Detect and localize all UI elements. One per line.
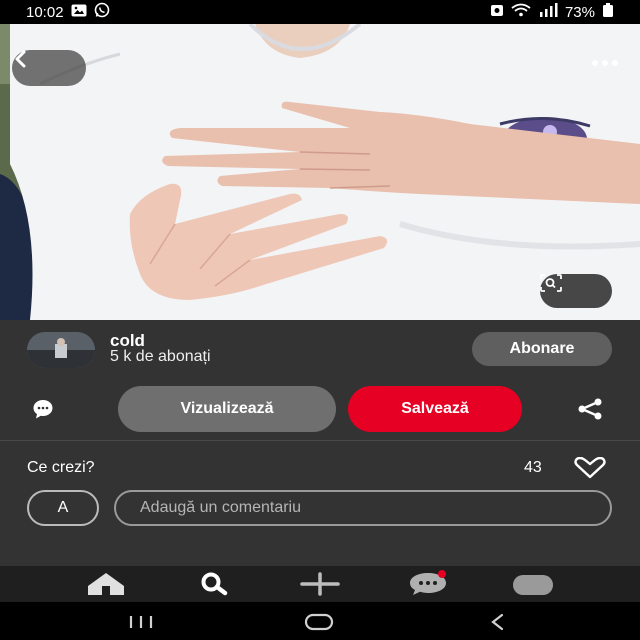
back-icon[interactable] bbox=[488, 613, 508, 636]
comment-icon[interactable] bbox=[32, 398, 54, 425]
comments-prompt: Ce crezi? bbox=[27, 459, 95, 476]
creator-row: cold 5 k de abonați Abonare bbox=[0, 320, 640, 380]
comment-input[interactable] bbox=[114, 490, 612, 526]
more-dots-icon bbox=[592, 60, 598, 66]
battery-icon bbox=[602, 3, 614, 21]
notification-dot bbox=[438, 570, 446, 578]
pin-details-panel: cold 5 k de abonați Abonare Vizualizează… bbox=[0, 320, 640, 566]
profile-icon[interactable] bbox=[513, 575, 553, 595]
whatsapp-icon bbox=[94, 2, 110, 22]
share-icon[interactable] bbox=[574, 398, 606, 425]
status-bar: 10:02 73% bbox=[0, 0, 640, 24]
signal-icon bbox=[538, 3, 558, 21]
creator-followers: 5 k de abonați bbox=[110, 348, 211, 365]
create-icon[interactable] bbox=[300, 572, 340, 601]
home-icon[interactable] bbox=[86, 572, 126, 601]
user-avatar[interactable]: A bbox=[27, 490, 99, 526]
heart-icon[interactable] bbox=[572, 456, 608, 484]
battery-percent: 73% bbox=[564, 3, 595, 21]
save-button[interactable]: Salvează bbox=[348, 386, 522, 432]
pin-image[interactable] bbox=[0, 24, 640, 320]
alarm-icon bbox=[490, 3, 504, 21]
follow-button[interactable]: Abonare bbox=[472, 332, 612, 366]
status-time: 10:02 bbox=[26, 3, 64, 21]
visual-search-button[interactable] bbox=[540, 274, 612, 308]
home-button-icon[interactable] bbox=[304, 613, 334, 636]
like-count: 43 bbox=[524, 459, 542, 476]
divider bbox=[0, 440, 640, 441]
creator-avatar[interactable] bbox=[27, 332, 95, 368]
action-row: Vizualizează Salvează bbox=[0, 386, 640, 432]
back-button[interactable] bbox=[12, 50, 86, 86]
more-dots-icon bbox=[602, 60, 608, 66]
view-button[interactable]: Vizualizează bbox=[118, 386, 336, 432]
gallery-icon bbox=[71, 4, 87, 21]
more-dots-icon bbox=[612, 60, 618, 66]
more-options-button[interactable] bbox=[592, 60, 618, 66]
status-right: 73% bbox=[490, 3, 614, 21]
status-left: 10:02 bbox=[26, 2, 110, 22]
recents-icon[interactable] bbox=[128, 614, 154, 635]
wifi-icon bbox=[511, 3, 531, 21]
system-nav bbox=[0, 602, 640, 640]
search-icon[interactable] bbox=[194, 572, 234, 601]
